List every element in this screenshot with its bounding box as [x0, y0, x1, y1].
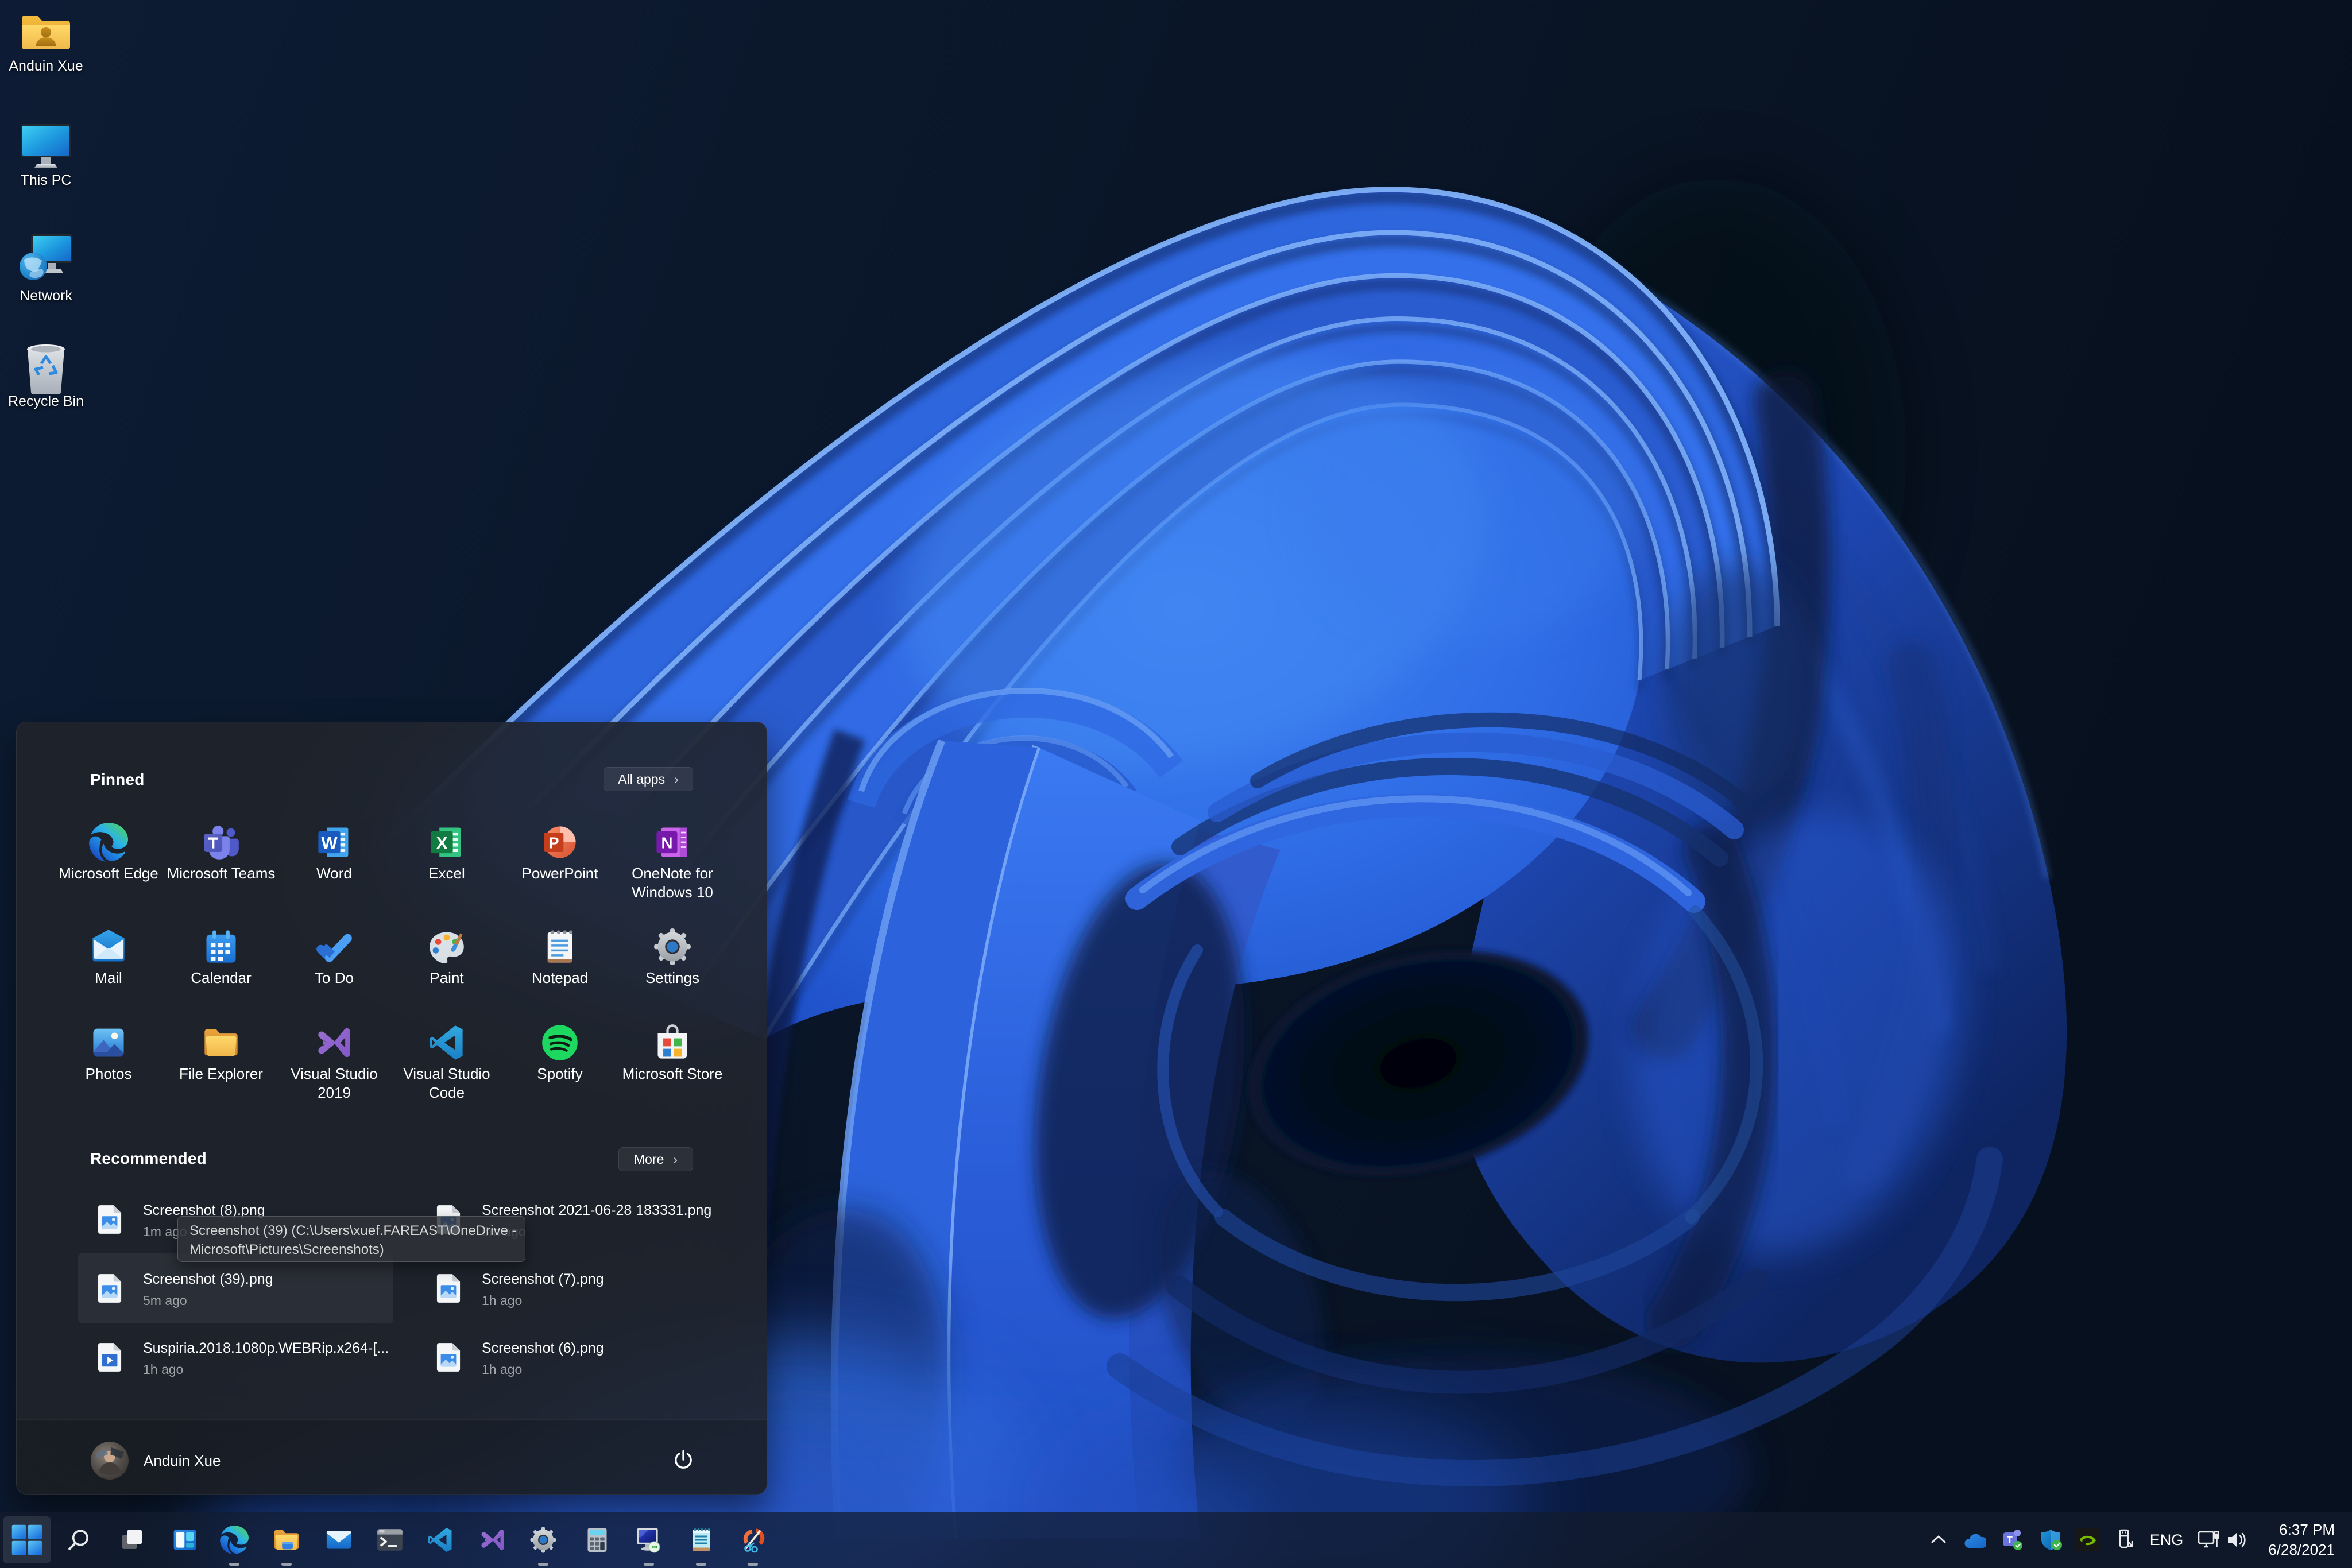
- svg-text:W: W: [321, 834, 338, 853]
- svg-text:X: X: [436, 834, 448, 853]
- svg-text:T: T: [2007, 1535, 2013, 1545]
- svg-text:P: P: [548, 834, 559, 852]
- svg-text:N: N: [661, 834, 672, 852]
